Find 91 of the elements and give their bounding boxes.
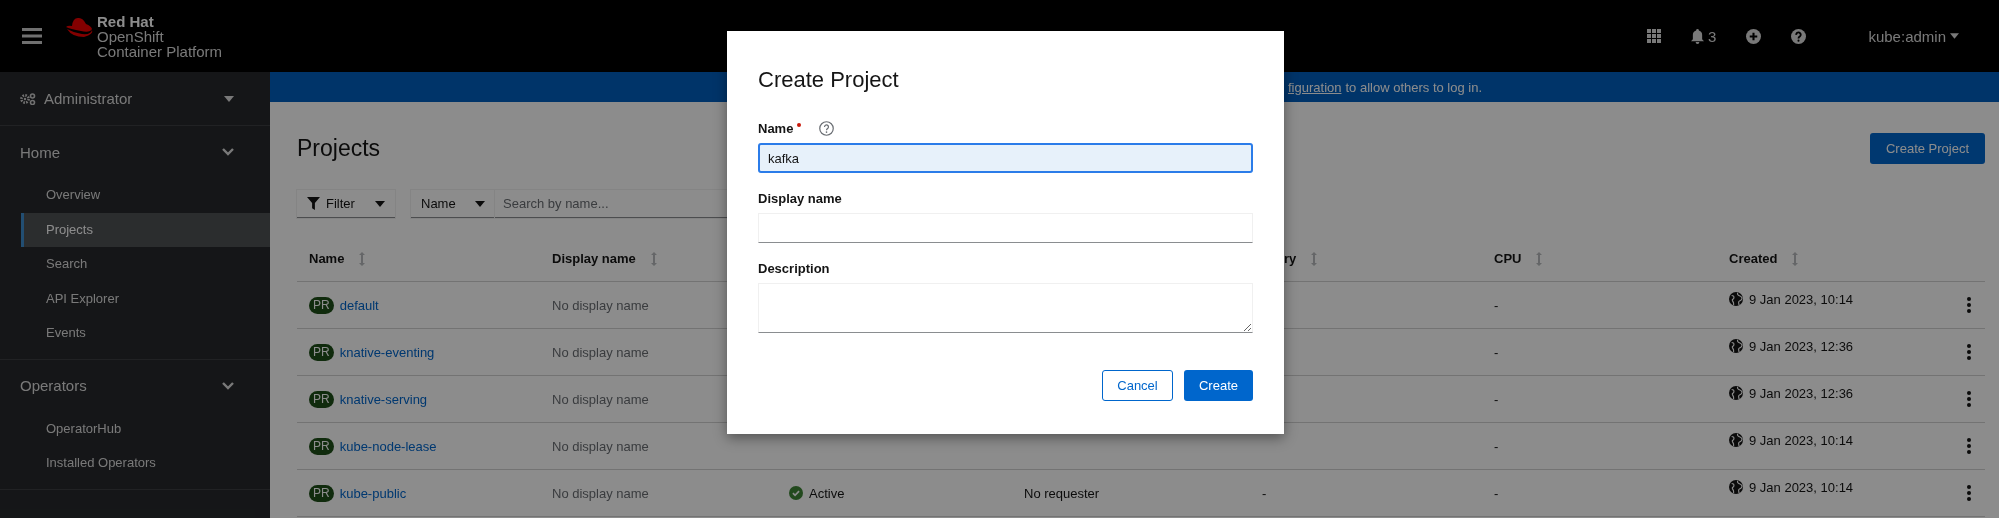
- table-cell: No requester: [1024, 485, 1100, 501]
- input-field[interactable]: kafka: [758, 143, 1253, 173]
- perspective-switcher[interactable]: Administrator: [0, 72, 270, 126]
- nav-item[interactable]: Events: [21, 316, 270, 351]
- banner-text: to allow others to log in.: [1345, 79, 1483, 95]
- timestamp: 9 Jan 2023, 10:14: [1749, 292, 1854, 307]
- brand-text: Red Hat: [97, 13, 155, 29]
- nav-item[interactable]: Projects: [21, 212, 270, 247]
- dialog-title: Create Project: [758, 69, 900, 91]
- filter-icon: [307, 197, 320, 210]
- table-cell: -: [1494, 344, 1499, 360]
- gears-icon: [20, 92, 36, 105]
- brand-text: OpenShift: [97, 28, 165, 44]
- status-text: Active: [809, 485, 845, 501]
- help-icon[interactable]: [1791, 28, 1807, 44]
- table-cell: No display name: [552, 344, 649, 360]
- column-header[interactable]: Created: [1729, 251, 1800, 266]
- hat-icon: [64, 15, 94, 38]
- caret-icon: [1950, 33, 1959, 39]
- plus-circle-icon[interactable]: [1746, 28, 1762, 44]
- caret-icon: [375, 200, 385, 207]
- globe-icon: [1729, 386, 1743, 400]
- brand-text: Container Platform: [97, 43, 223, 59]
- column-header[interactable]: Name: [309, 251, 367, 266]
- nav-section-toggle[interactable]: Home: [0, 126, 270, 178]
- help-icon[interactable]: [819, 120, 835, 136]
- table-cell: -: [1494, 438, 1499, 454]
- sort-icon: [649, 251, 658, 266]
- kebab-icon[interactable]: [1967, 297, 1971, 313]
- project-link[interactable]: knative-serving: [339, 391, 428, 407]
- filter-dropdown[interactable]: Filter: [297, 190, 395, 218]
- caret-icon: [475, 200, 485, 207]
- kebab-icon[interactable]: [1967, 485, 1971, 501]
- field-label: Description: [758, 260, 830, 276]
- globe-icon: [1729, 480, 1743, 494]
- app-launcher-icon[interactable]: [1647, 29, 1662, 43]
- resource-badge: PR: [309, 390, 334, 408]
- check-circle-icon: [789, 486, 803, 500]
- table-cell: No display name: [552, 391, 649, 407]
- globe-icon: [1729, 339, 1743, 353]
- timestamp: 9 Jan 2023, 12:36: [1749, 386, 1854, 401]
- sort-icon: [1791, 251, 1800, 266]
- kebab-icon[interactable]: [1967, 344, 1971, 360]
- attribute-dropdown[interactable]: Name: [411, 190, 495, 218]
- nav-item[interactable]: Installed Operators: [21, 446, 270, 481]
- nav-item[interactable]: OperatorHub: [21, 411, 270, 446]
- nav-item[interactable]: Search: [21, 247, 270, 282]
- project-link[interactable]: knative-eventing: [339, 344, 435, 360]
- cancel-button[interactable]: Cancel: [1102, 370, 1173, 401]
- table-cell: No display name: [552, 438, 649, 454]
- timestamp: 9 Jan 2023, 10:14: [1749, 433, 1854, 448]
- input-field[interactable]: [758, 213, 1253, 243]
- table-cell: -: [1494, 297, 1499, 313]
- table-cell: -: [1494, 485, 1499, 501]
- timestamp: 9 Jan 2023, 12:36: [1749, 339, 1854, 354]
- project-link[interactable]: default: [339, 297, 379, 313]
- nav-item[interactable]: API Explorer: [21, 281, 270, 316]
- project-link[interactable]: kube-public: [339, 485, 407, 501]
- timestamp: 9 Jan 2023, 10:14: [1749, 480, 1854, 495]
- column-header[interactable]: Display name: [552, 251, 658, 266]
- column-header[interactable]: CPU: [1494, 251, 1544, 266]
- globe-icon: [1729, 292, 1743, 306]
- page-title: Projects: [297, 136, 381, 160]
- text-area[interactable]: [758, 283, 1253, 333]
- menu-icon[interactable]: [22, 28, 42, 44]
- bell-icon: [1691, 28, 1705, 44]
- user-menu[interactable]: kube:admin: [1868, 27, 1959, 45]
- kebab-icon[interactable]: [1967, 438, 1971, 454]
- create-button[interactable]: Create: [1184, 370, 1253, 401]
- table-cell: -: [1262, 485, 1267, 501]
- caret-icon: [224, 95, 234, 102]
- resource-badge: PR: [309, 296, 334, 314]
- table-cell: No display name: [552, 485, 649, 501]
- kebab-icon[interactable]: [1967, 391, 1971, 407]
- notifications-button[interactable]: 3: [1691, 27, 1717, 45]
- sort-icon: [1535, 251, 1544, 266]
- table-cell: No display name: [552, 297, 649, 313]
- banner-link[interactable]: figuration: [1288, 79, 1342, 95]
- create-project-button[interactable]: Create Project: [1870, 132, 1985, 164]
- field-label: Name: [758, 120, 794, 136]
- table-cell: -: [1494, 391, 1499, 407]
- nav-section-toggle[interactable]: Operators: [0, 359, 270, 412]
- column-header[interactable]: ry: [1284, 251, 1319, 266]
- resource-badge: PR: [309, 484, 334, 502]
- resource-badge: PR: [309, 343, 334, 361]
- project-link[interactable]: kube-node-lease: [339, 438, 437, 454]
- sort-icon: [1310, 251, 1319, 266]
- globe-icon: [1729, 433, 1743, 447]
- resource-badge: PR: [309, 437, 334, 455]
- nav-item[interactable]: Overview: [21, 178, 270, 213]
- sort-icon: [358, 251, 367, 266]
